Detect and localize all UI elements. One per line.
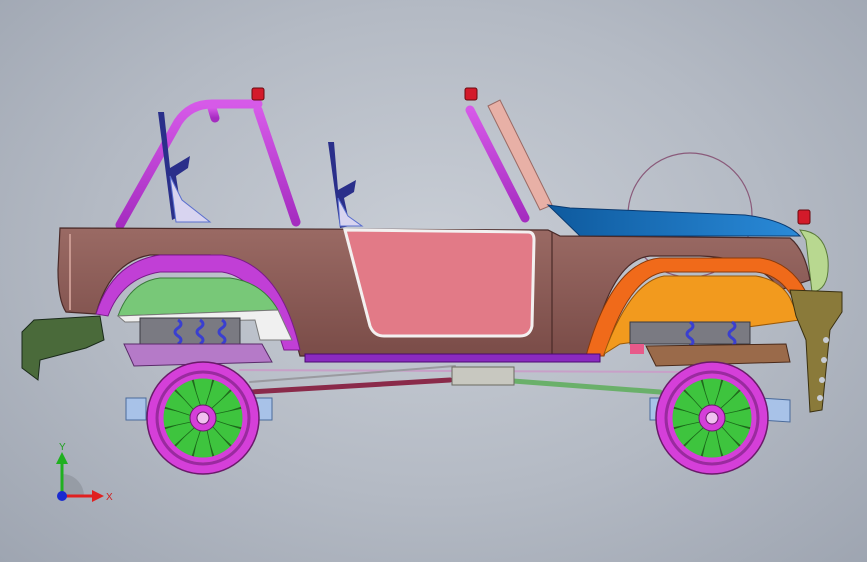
door-panel[interactable] <box>343 228 536 338</box>
hood[interactable] <box>546 204 802 237</box>
coordinate-triad: Y X <box>56 442 113 503</box>
y-axis-label: Y <box>59 442 66 453</box>
rear-bumper[interactable] <box>21 315 105 381</box>
hood-light <box>797 209 811 225</box>
front-wheel[interactable] <box>655 361 769 475</box>
y-axis-arrow-icon <box>56 452 68 464</box>
roof-light-right <box>464 87 478 101</box>
rear-wheel[interactable] <box>146 361 260 475</box>
cad-viewport[interactable]: Y X <box>0 0 867 562</box>
x-axis-label: X <box>106 492 113 503</box>
seat-front <box>328 142 364 228</box>
triad-origin <box>57 491 67 501</box>
roof-light-left <box>251 87 265 101</box>
rocker-bar <box>304 353 601 363</box>
vehicle-assembly-model[interactable] <box>0 0 867 562</box>
seat-rear <box>158 112 212 223</box>
front-bumper[interactable] <box>789 289 843 413</box>
x-axis-arrow-icon <box>92 490 104 502</box>
skid-plate <box>451 366 515 386</box>
